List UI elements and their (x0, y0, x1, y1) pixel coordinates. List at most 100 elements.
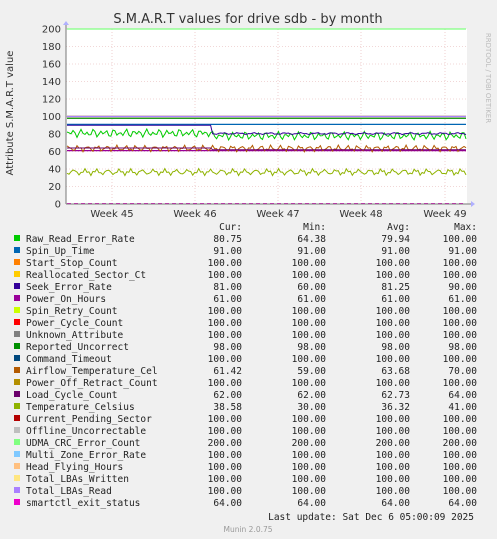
x-tick-label: Week 49 (423, 209, 466, 220)
legend-value-max: 100.00 (443, 486, 478, 497)
y-tick-label: 0 (55, 200, 61, 211)
legend-value-avg: 100.00 (376, 450, 411, 461)
legend-value-avg: 100.00 (376, 306, 411, 317)
legend-value-avg: 81.25 (381, 282, 410, 293)
legend-value-max: 100.00 (443, 462, 478, 473)
legend-swatch (14, 451, 20, 457)
legend-value-min: 200.00 (292, 438, 327, 449)
legend-label: Current_Pending_Sector (26, 414, 152, 425)
legend-value-max: 100.00 (443, 270, 478, 281)
legend-label: Spin_Up_Time (26, 246, 95, 257)
legend-value-avg: 63.68 (381, 366, 410, 377)
legend-value-avg: 62.73 (381, 390, 410, 401)
legend-label: Head_Flying_Hours (26, 462, 123, 473)
x-tick-label: Week 47 (256, 209, 299, 220)
legend-value-min: 100.00 (292, 450, 327, 461)
y-tick-label: 160 (42, 60, 61, 71)
smart-chart: S.M.A.R.T values for drive sdb - by mont… (0, 0, 497, 539)
y-tick-label: 180 (42, 42, 61, 53)
legend-swatch (14, 379, 20, 385)
legend-value-cur: 64.00 (213, 498, 242, 509)
legend-swatch (14, 403, 20, 409)
legend-value-cur: 100.00 (208, 486, 243, 497)
legend-value-avg: 98.00 (381, 342, 410, 353)
legend-value-cur: 100.00 (208, 414, 243, 425)
legend-value-cur: 80.75 (213, 234, 242, 245)
legend-label: Seek_Error_Rate (26, 282, 112, 293)
legend-value-avg: 100.00 (376, 486, 411, 497)
legend-value-cur: 81.00 (213, 282, 242, 293)
legend-label: Reported_Uncorrect (26, 342, 129, 353)
last-update: Last update: Sat Dec 6 05:00:09 2025 (268, 512, 474, 523)
legend-value-min: 61.00 (297, 294, 326, 305)
legend-value-cur: 200.00 (208, 438, 243, 449)
legend-value-avg: 61.00 (381, 294, 410, 305)
y-tick-label: 60 (48, 147, 61, 158)
legend-value-cur: 100.00 (208, 474, 243, 485)
legend-value-min: 100.00 (292, 426, 327, 437)
legend-value-avg: 100.00 (376, 426, 411, 437)
legend-label: Total_LBAs_Written (26, 474, 129, 485)
legend-value-min: 100.00 (292, 258, 327, 269)
legend-value-cur: 100.00 (208, 306, 243, 317)
legend-value-cur: 62.00 (213, 390, 242, 401)
legend-swatch (14, 487, 20, 493)
legend-value-cur: 100.00 (208, 378, 243, 389)
legend-swatch (14, 499, 20, 505)
legend-value-avg: 100.00 (376, 462, 411, 473)
legend-swatch (14, 463, 20, 469)
legend-value-avg: 79.94 (381, 234, 410, 245)
y-tick-label: 20 (48, 182, 61, 193)
legend-label: Spin_Retry_Count (26, 306, 118, 317)
legend-label: Power_On_Hours (26, 294, 106, 305)
legend-swatch (14, 331, 20, 337)
legend-value-max: 100.00 (443, 474, 478, 485)
legend-label: Unknown_Attribute (26, 330, 124, 341)
legend-value-avg: 100.00 (376, 414, 411, 425)
legend-label: UDMA_CRC_Error_Count (26, 438, 140, 449)
legend-swatch (14, 355, 20, 361)
legend-value-avg: 100.00 (376, 354, 411, 365)
legend-label: Multi_Zone_Error_Rate (26, 450, 146, 461)
legend-value-cur: 61.42 (213, 366, 242, 377)
y-tick-label: 140 (42, 77, 61, 88)
legend-value-min: 91.00 (297, 246, 326, 257)
legend-value-cur: 91.00 (213, 246, 242, 257)
munin-version: Munin 2.0.75 (223, 525, 272, 534)
legend-value-avg: 100.00 (376, 474, 411, 485)
legend-value-min: 100.00 (292, 306, 327, 317)
y-tick-label: 100 (42, 112, 61, 123)
legend-value-min: 100.00 (292, 354, 327, 365)
chart-title: S.M.A.R.T values for drive sdb - by mont… (113, 12, 382, 27)
legend-label: Start_Stop_Count (26, 258, 118, 269)
legend-swatch (14, 439, 20, 445)
legend-value-cur: 98.00 (213, 342, 242, 353)
legend-swatch (14, 415, 20, 421)
legend-swatch (14, 295, 20, 301)
legend-swatch (14, 391, 20, 397)
legend-value-min: 100.00 (292, 330, 327, 341)
rrdtool-credit: RRDTOOL / TOBI OETIKER (484, 33, 492, 123)
legend-value-avg: 200.00 (376, 438, 411, 449)
x-tick-label: Week 46 (173, 209, 216, 220)
legend-value-min: 59.00 (297, 366, 326, 377)
legend-value-avg: 36.32 (381, 402, 410, 413)
legend-value-max: 100.00 (443, 330, 478, 341)
legend-value-min: 100.00 (292, 462, 327, 473)
legend-label: Reallocated_Sector_Ct (26, 270, 146, 281)
legend-value-max: 61.00 (448, 294, 477, 305)
legend-label: Airflow_Temperature_Cel (26, 366, 158, 377)
legend-value-avg: 91.00 (381, 246, 410, 257)
legend-value-max: 100.00 (443, 378, 478, 389)
legend-label: Temperature_Celsius (26, 402, 135, 413)
legend-value-max: 100.00 (443, 450, 478, 461)
legend-value-avg: 100.00 (376, 258, 411, 269)
legend-label: Load_Cycle_Count (26, 390, 118, 401)
legend-swatch (14, 319, 20, 325)
legend-label: Total_LBAs_Read (26, 486, 112, 497)
y-tick-label: 200 (42, 25, 61, 36)
legend-value-min: 60.00 (297, 282, 326, 293)
legend-value-max: 98.00 (448, 342, 477, 353)
legend-value-cur: 100.00 (208, 462, 243, 473)
legend-value-cur: 100.00 (208, 426, 243, 437)
